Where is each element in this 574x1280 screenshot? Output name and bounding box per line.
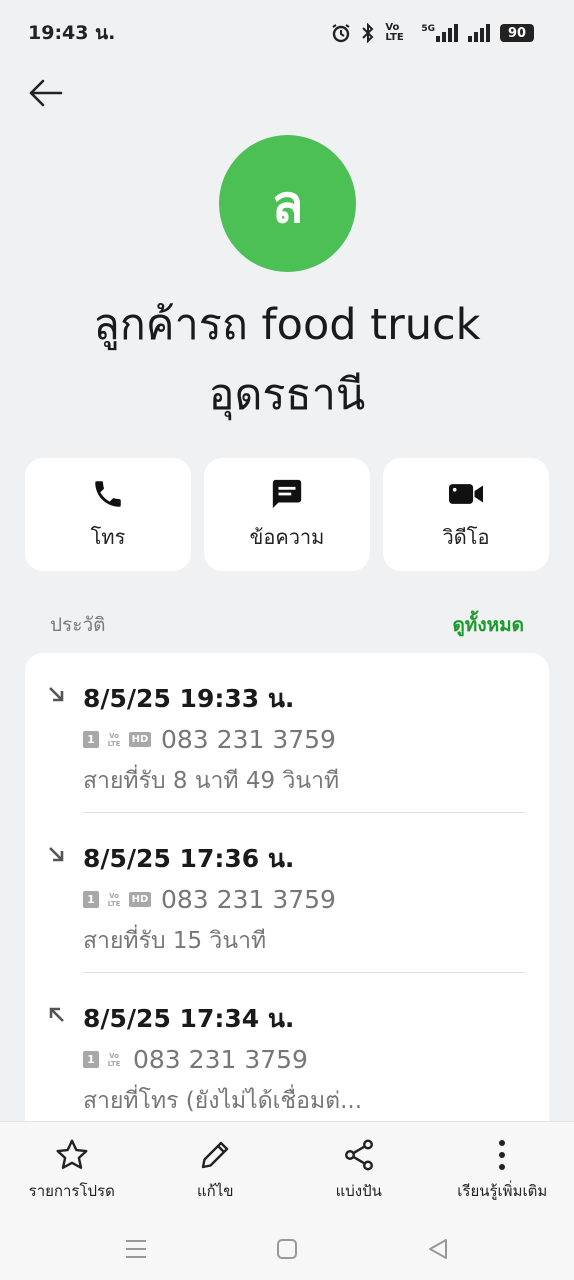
- pencil-icon: [202, 1141, 229, 1168]
- menu-icon: [125, 1239, 146, 1258]
- call-history-item[interactable]: 8/5/25 17:36 น. 1 Vo LTE HD 083 231 3759 …: [25, 813, 549, 973]
- call-label: โทร: [90, 524, 126, 549]
- history-header: ประวัติ ดูทั้งหมด: [50, 610, 524, 640]
- incoming-call-icon: [49, 847, 64, 862]
- history-title: ประวัติ: [50, 614, 106, 636]
- star-icon: [56, 1139, 88, 1169]
- volte-icon: Vo LTE: [107, 731, 121, 748]
- video-label: วิดีโอ: [442, 524, 490, 549]
- call-number: 083 231 3759: [133, 1045, 308, 1074]
- sim-icon: 1: [83, 891, 99, 908]
- call-button[interactable]: โทร: [25, 458, 191, 571]
- call-status: สายที่รับ 8 นาที 49 วินาที: [83, 768, 340, 794]
- call-history-list: 8/5/25 19:33 น. 1 Vo LTE HD 083 231 3759 …: [25, 653, 549, 1133]
- call-number-line: 1 Vo LTE HD 083 231 3759: [83, 885, 336, 914]
- call-number: 083 231 3759: [161, 725, 336, 754]
- call-history-item[interactable]: 8/5/25 17:34 น. 1 Vo LTE 083 231 3759 สาย…: [25, 973, 549, 1133]
- favorite-button[interactable]: รายการโปรด: [0, 1122, 144, 1217]
- more-vertical-icon: [499, 1139, 506, 1170]
- status-icons: Vo LTE 5G 90: [331, 23, 534, 43]
- back-triangle-icon: [429, 1238, 448, 1259]
- signal-icon: [468, 24, 490, 42]
- edit-button[interactable]: แก้ไข: [144, 1122, 288, 1217]
- call-number-line: 1 Vo LTE HD 083 231 3759: [83, 725, 336, 754]
- back-arrow-icon: [29, 79, 63, 107]
- network-type: 5G: [421, 24, 435, 34]
- call-number-line: 1 Vo LTE 083 231 3759: [83, 1045, 308, 1074]
- home-button[interactable]: [257, 1229, 317, 1269]
- message-icon: [272, 479, 302, 508]
- bluetooth-icon: [361, 23, 375, 43]
- message-label: ข้อความ: [249, 524, 325, 549]
- edit-label: แก้ไข: [196, 1181, 234, 1200]
- outgoing-call-icon: [49, 1007, 64, 1022]
- system-back-button[interactable]: [408, 1229, 468, 1269]
- hd-icon: HD: [129, 732, 151, 747]
- sim-icon: 1: [83, 731, 99, 748]
- contact-name: ลูกค้ารถ food truck อุดรธานี: [93, 300, 481, 420]
- video-button[interactable]: วิดีโอ: [383, 458, 549, 571]
- avatar-initial: ล: [271, 175, 304, 235]
- incoming-call-icon: [49, 687, 64, 702]
- system-nav-bar: [0, 1217, 574, 1280]
- message-button[interactable]: ข้อความ: [204, 458, 370, 571]
- volte-icon: Vo LTE: [107, 891, 121, 908]
- call-history-item[interactable]: 8/5/25 19:33 น. 1 Vo LTE HD 083 231 3759 …: [25, 653, 549, 813]
- bottom-action-bar: รายการโปรด แก้ไข แบ่งปัน เรียนรู้เพิ่มเต…: [0, 1121, 574, 1217]
- avatar[interactable]: ล: [219, 135, 356, 272]
- phone-icon: [95, 480, 121, 507]
- hd-icon: HD: [129, 892, 151, 907]
- volte-icon: Vo LTE: [107, 1051, 121, 1068]
- signal-5g-icon: 5G: [421, 24, 458, 42]
- status-time: 19:43 น.: [28, 22, 116, 44]
- recents-button[interactable]: [106, 1229, 166, 1269]
- quick-actions: โทร ข้อความ วิดีโอ: [25, 458, 549, 571]
- sim-icon: 1: [83, 1051, 99, 1068]
- video-camera-icon: [449, 483, 483, 504]
- call-date: 8/5/25 17:34 น.: [83, 1004, 295, 1033]
- alarm-icon: [331, 23, 351, 43]
- back-button[interactable]: [24, 74, 66, 112]
- call-date: 8/5/25 19:33 น.: [83, 684, 295, 713]
- favorite-label: รายการโปรด: [28, 1181, 115, 1200]
- status-bar: 19:43 น. Vo LTE 5G 90: [0, 0, 574, 66]
- call-status: สายที่รับ 15 วินาที: [83, 928, 267, 954]
- more-button[interactable]: เรียนรู้เพิ่มเติม: [431, 1122, 574, 1217]
- home-square-icon: [276, 1238, 297, 1259]
- volte-icon: Vo LTE: [385, 22, 404, 43]
- call-date: 8/5/25 17:36 น.: [83, 844, 295, 873]
- more-label: เรียนรู้เพิ่มเติม: [457, 1181, 548, 1200]
- share-button[interactable]: แบ่งปัน: [287, 1122, 431, 1217]
- share-icon: [344, 1139, 373, 1170]
- call-status: สายที่โทร (ยังไม่ได้เชื่อมต่...: [83, 1088, 362, 1114]
- view-all-link[interactable]: ดูทั้งหมด: [452, 610, 524, 640]
- call-number: 083 231 3759: [161, 885, 336, 914]
- battery-icon: 90: [500, 24, 534, 42]
- share-label: แบ่งปัน: [335, 1181, 382, 1200]
